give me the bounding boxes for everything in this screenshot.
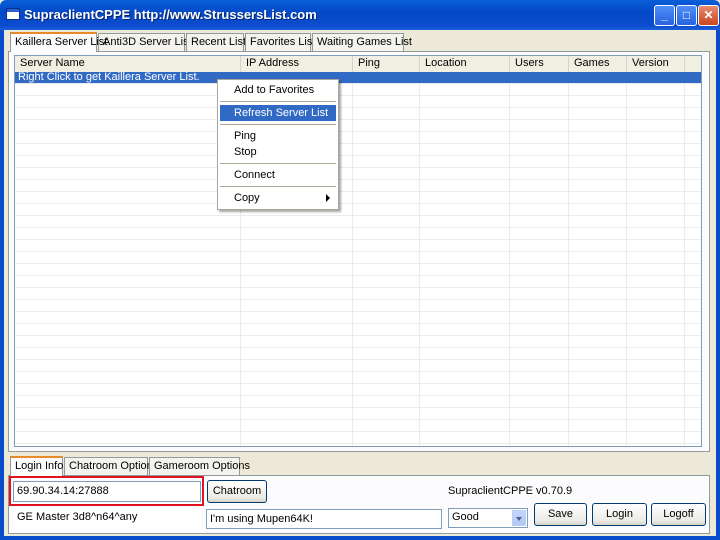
empty-row (15, 264, 701, 276)
empty-row (15, 108, 701, 120)
tab-waiting-games-list[interactable]: Waiting Games List (312, 33, 412, 51)
logoff-button[interactable]: Logoff (651, 503, 706, 526)
empty-row (15, 444, 701, 446)
empty-row (15, 96, 701, 108)
tab-kaillera-server-list[interactable]: Kaillera Server List (10, 32, 107, 52)
menu-item-refresh-server-list[interactable]: Refresh Server List (220, 105, 336, 121)
menu-separator (220, 124, 336, 125)
column-users[interactable]: Users (510, 56, 569, 72)
connection-type-select[interactable]: Good (448, 508, 528, 528)
quit-message-input[interactable]: I'm using Mupen64K! (206, 509, 442, 529)
highlight-box (9, 476, 204, 506)
empty-row (15, 120, 701, 132)
empty-row (15, 360, 701, 372)
column-location[interactable]: Location (420, 56, 510, 72)
tab-gameroom-options[interactable]: Gameroom Options (149, 457, 250, 475)
empty-row (15, 180, 701, 192)
menu-item-stop[interactable]: Stop (220, 144, 336, 160)
tab-favorites-list[interactable]: Favorites List (245, 33, 315, 51)
app-icon (6, 8, 20, 20)
empty-row (15, 156, 701, 168)
login-button[interactable]: Login (592, 503, 647, 526)
column-spacer (685, 56, 701, 72)
empty-row (15, 216, 701, 228)
empty-row (15, 300, 701, 312)
empty-row (15, 240, 701, 252)
tab-anti3d-server-list[interactable]: Anti3D Server List (98, 33, 192, 51)
empty-row (15, 312, 701, 324)
submenu-arrow-icon (326, 194, 330, 202)
version-label: SupraclientCPPE v0.70.9 (448, 485, 573, 497)
column-version[interactable]: Version (627, 56, 685, 72)
menu-item-connect[interactable]: Connect (220, 167, 336, 183)
column-ip-address[interactable]: IP Address (241, 56, 353, 72)
empty-row (15, 252, 701, 264)
tab-login-info[interactable]: Login Info (10, 456, 63, 476)
empty-row (15, 348, 701, 360)
empty-row (15, 432, 701, 444)
empty-row (15, 228, 701, 240)
maximize-icon[interactable]: □ (676, 5, 697, 26)
tab-chatroom-options[interactable]: Chatroom Options (64, 457, 158, 475)
menu-separator (220, 186, 336, 187)
empty-row (15, 324, 701, 336)
empty-row (15, 144, 701, 156)
server-name-cell: Right Click to get Kaillera Server List. (18, 71, 200, 83)
menu-separator (220, 163, 336, 164)
minimize-icon[interactable]: _ (654, 5, 675, 26)
table-row[interactable]: Right Click to get Kaillera Server List. (15, 72, 701, 84)
empty-row (15, 372, 701, 384)
column-server-name[interactable]: Server Name (15, 56, 241, 72)
save-button[interactable]: Save (534, 503, 587, 526)
empty-row (15, 132, 701, 144)
empty-row (15, 408, 701, 420)
menu-item-ping[interactable]: Ping (220, 128, 336, 144)
username-input[interactable]: GE Master 3d8^n64^any (13, 507, 201, 527)
empty-row (15, 396, 701, 408)
empty-row (15, 204, 701, 216)
chatroom-button[interactable]: Chatroom (207, 480, 267, 503)
column-ping[interactable]: Ping (353, 56, 420, 72)
empty-row (15, 384, 701, 396)
column-games[interactable]: Games (569, 56, 627, 72)
menu-separator (220, 101, 336, 102)
title-bar[interactable]: SupraclientCPPE http://www.StrussersList… (0, 0, 720, 30)
empty-row (15, 168, 701, 180)
empty-row (15, 84, 701, 96)
chevron-down-icon[interactable] (512, 510, 526, 526)
window-title: SupraclientCPPE http://www.StrussersList… (24, 7, 317, 22)
empty-row (15, 420, 701, 432)
connection-type-value: Good (452, 511, 479, 523)
server-list[interactable]: Server Name IP Address Ping Location Use… (14, 55, 702, 447)
menu-item-copy-label: Copy (234, 192, 260, 204)
tab-recent-list[interactable]: Recent List (186, 33, 246, 51)
empty-row (15, 336, 701, 348)
menu-item-copy[interactable]: Copy (220, 190, 336, 206)
empty-row (15, 276, 701, 288)
context-menu: Add to Favorites Refresh Server List Pin… (217, 79, 339, 210)
empty-row (15, 192, 701, 204)
empty-row (15, 288, 701, 300)
close-icon[interactable]: ✕ (698, 5, 719, 26)
menu-item-add-to-favorites[interactable]: Add to Favorites (220, 82, 336, 98)
